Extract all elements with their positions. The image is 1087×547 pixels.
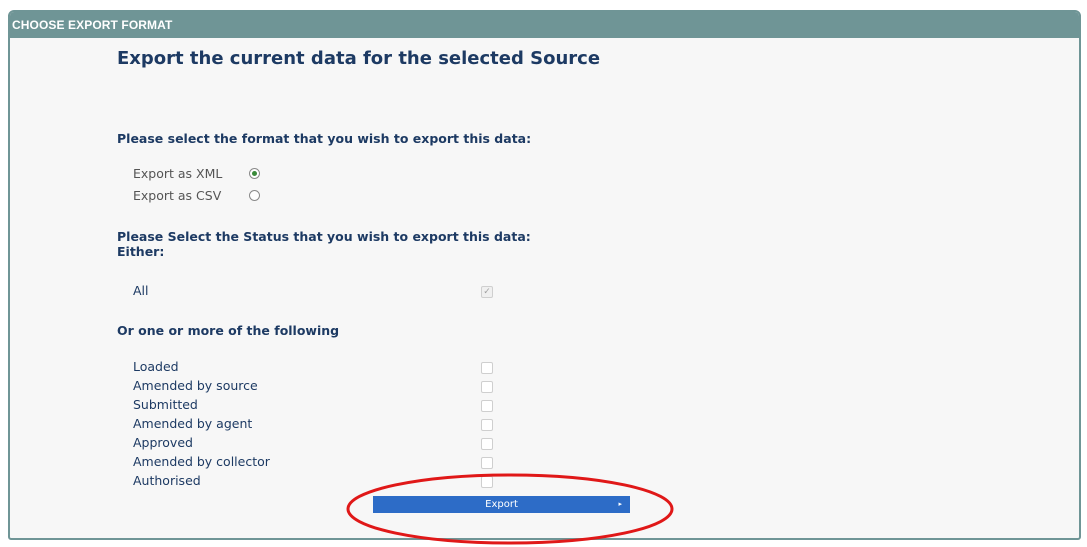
status-submitted-checkbox[interactable] bbox=[481, 400, 493, 412]
export-csv-radio[interactable] bbox=[249, 190, 260, 201]
status-amended-by-source-checkbox[interactable] bbox=[481, 381, 493, 393]
export-xml-label: Export as XML bbox=[133, 166, 223, 181]
either-label: Either: bbox=[117, 244, 165, 259]
status-amended-by-agent-label: Amended by agent bbox=[133, 416, 253, 431]
all-status-checkbox[interactable]: ✓ bbox=[481, 286, 493, 298]
export-csv-label: Export as CSV bbox=[133, 188, 222, 203]
status-amended-by-collector-checkbox[interactable] bbox=[481, 457, 493, 469]
chevron-right-icon: ▸ bbox=[618, 500, 622, 508]
status-authorised-label: Authorised bbox=[133, 473, 201, 488]
export-button-label: Export bbox=[485, 499, 518, 510]
export-button[interactable]: Export ▸ bbox=[373, 496, 630, 513]
status-amended-by-source-label: Amended by source bbox=[133, 378, 258, 393]
status-amended-by-agent-checkbox[interactable] bbox=[481, 419, 493, 431]
page-title: Export the current data for the selected… bbox=[117, 48, 601, 69]
format-prompt: Please select the format that you wish t… bbox=[117, 131, 532, 146]
all-status-label: All bbox=[133, 283, 149, 298]
panel-header: CHOOSE EXPORT FORMAT bbox=[10, 12, 1079, 38]
status-submitted-label: Submitted bbox=[133, 397, 198, 412]
status-loaded-checkbox[interactable] bbox=[481, 362, 493, 374]
status-approved-checkbox[interactable] bbox=[481, 438, 493, 450]
or-label: Or one or more of the following bbox=[117, 323, 340, 338]
status-prompt: Please Select the Status that you wish t… bbox=[117, 229, 531, 244]
status-authorised-checkbox[interactable] bbox=[481, 476, 493, 488]
status-amended-by-collector-label: Amended by collector bbox=[133, 454, 270, 469]
status-approved-label: Approved bbox=[133, 435, 193, 450]
status-loaded-label: Loaded bbox=[133, 359, 179, 374]
export-xml-radio[interactable] bbox=[249, 168, 260, 179]
